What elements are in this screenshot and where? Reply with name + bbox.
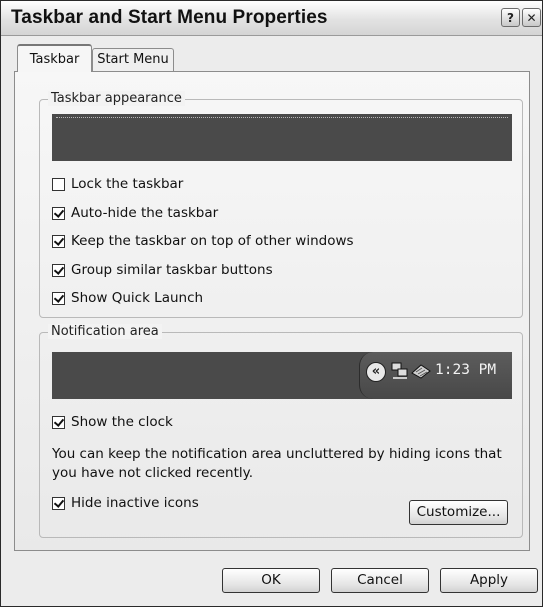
tab-panel-taskbar: Taskbar appearance Lock the taskbar Auto…	[14, 71, 530, 551]
notification-area-group: Notification area « 1:23 PM Show the clo…	[39, 324, 523, 538]
network-icon	[391, 362, 408, 379]
tab-start-menu[interactable]: Start Menu	[92, 48, 174, 72]
tab-taskbar[interactable]: Taskbar	[17, 44, 92, 72]
ok-button[interactable]: OK	[222, 568, 320, 593]
system-tray: « 1:23 PM	[359, 352, 512, 399]
hide-inactive-checkbox[interactable]: Hide inactive icons	[52, 493, 199, 513]
taskbar-preview	[52, 114, 512, 161]
show-clock-box[interactable]	[52, 415, 65, 429]
lock-taskbar-checkbox[interactable]: Lock the taskbar	[52, 174, 183, 194]
properties-dialog: Taskbar and Start Menu Properties ? ✕ Ta…	[0, 0, 543, 607]
cancel-button[interactable]: Cancel	[331, 568, 429, 593]
taskbar-appearance-group: Taskbar appearance Lock the taskbar Auto…	[39, 91, 523, 318]
show-clock-checkbox[interactable]: Show the clock	[52, 412, 173, 432]
keep-on-top-box[interactable]	[52, 234, 65, 248]
lock-taskbar-label: Lock the taskbar	[71, 176, 184, 192]
window-title: Taskbar and Start Menu Properties	[11, 7, 328, 28]
auto-hide-box[interactable]	[52, 206, 65, 220]
help-button[interactable]: ?	[501, 8, 520, 27]
hide-inactive-label: Hide inactive icons	[71, 495, 199, 511]
app-icon	[411, 364, 431, 379]
preview-dotted-line	[56, 117, 508, 118]
show-clock-label: Show the clock	[71, 414, 173, 430]
notification-area-label: Notification area	[48, 324, 162, 339]
keep-on-top-label: Keep the taskbar on top of other windows	[71, 233, 354, 249]
taskbar-appearance-label: Taskbar appearance	[48, 91, 185, 106]
keep-on-top-checkbox[interactable]: Keep the taskbar on top of other windows	[52, 231, 354, 251]
notification-preview: « 1:23 PM	[52, 352, 512, 399]
quick-launch-label: Show Quick Launch	[71, 290, 204, 306]
auto-hide-checkbox[interactable]: Auto-hide the taskbar	[52, 203, 218, 223]
quick-launch-checkbox[interactable]: Show Quick Launch	[52, 288, 203, 308]
close-button[interactable]: ✕	[522, 8, 541, 27]
apply-button[interactable]: Apply	[440, 568, 538, 593]
customize-button[interactable]: Customize...	[409, 500, 508, 525]
group-buttons-checkbox[interactable]: Group similar taskbar buttons	[52, 260, 273, 280]
hide-inactive-box[interactable]	[52, 496, 65, 510]
title-bar[interactable]: Taskbar and Start Menu Properties ? ✕	[1, 1, 542, 36]
tray-clock: 1:23 PM	[435, 362, 497, 378]
quick-launch-box[interactable]	[52, 291, 65, 305]
auto-hide-label: Auto-hide the taskbar	[71, 205, 219, 221]
show-hidden-icons-chevron-icon: «	[366, 362, 386, 382]
group-buttons-label: Group similar taskbar buttons	[71, 262, 273, 278]
group-buttons-box[interactable]	[52, 263, 65, 277]
notification-info-text: You can keep the notification area unclu…	[52, 446, 502, 481]
lock-taskbar-box[interactable]	[52, 177, 65, 191]
